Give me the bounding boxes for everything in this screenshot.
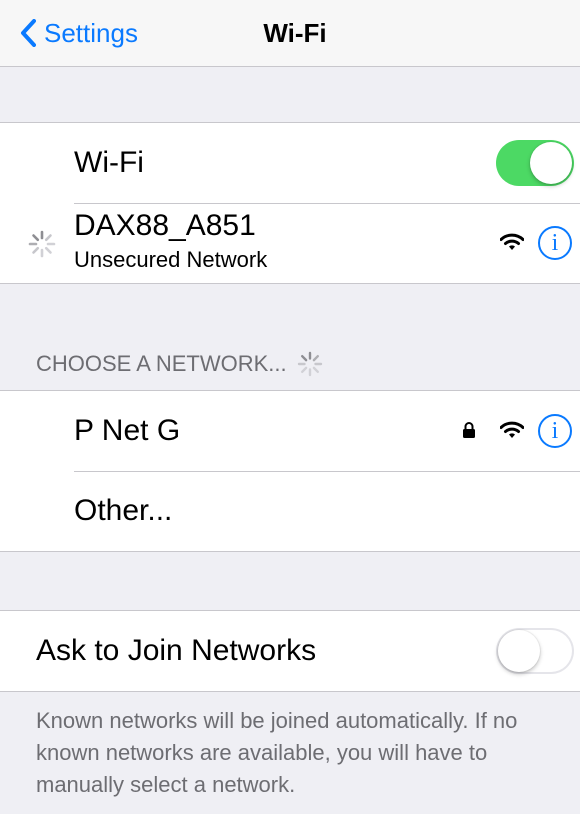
lock-icon — [463, 422, 475, 438]
choose-network-label: CHOOSE A NETWORK... — [36, 351, 287, 376]
other-label: Other... — [74, 494, 173, 527]
wifi-group: Wi-Fi DAX88_A851 Unsecured Network i — [0, 122, 580, 284]
ask-to-join-group: Ask to Join Networks — [0, 610, 580, 692]
current-network-row[interactable]: DAX88_A851 Unsecured Network i — [0, 203, 580, 283]
network-status: Unsecured Network — [74, 247, 268, 272]
other-network-row[interactable]: Other... — [0, 471, 580, 551]
wifi-toggle-switch[interactable] — [496, 140, 574, 186]
info-button[interactable]: i — [538, 226, 572, 260]
wifi-signal-icon — [500, 233, 524, 250]
ask-to-join-switch[interactable] — [496, 628, 574, 674]
network-name: DAX88_A851 — [74, 209, 256, 242]
spinner-icon — [297, 351, 322, 377]
wifi-signal-icon — [500, 421, 524, 438]
footer-note: Known networks will be joined automatica… — [36, 708, 518, 797]
section-header: CHOOSE A NETWORK... — [36, 342, 323, 386]
spinner-icon — [28, 230, 56, 258]
nav-bar: Settings Wi-Fi — [0, 0, 580, 67]
page-title: Wi-Fi — [263, 17, 327, 48]
networks-group: P Net G i Other... — [0, 390, 580, 552]
info-button[interactable]: i — [538, 414, 572, 448]
toggle-knob — [498, 630, 540, 672]
ask-to-join-row: Ask to Join Networks — [0, 611, 580, 691]
toggle-knob — [530, 142, 572, 184]
wifi-toggle-row: Wi-Fi — [0, 123, 580, 203]
network-row[interactable]: P Net G i — [0, 391, 580, 471]
ask-to-join-label: Ask to Join Networks — [36, 634, 317, 667]
network-name: P Net G — [74, 414, 181, 447]
wifi-toggle-label: Wi-Fi — [74, 146, 144, 179]
